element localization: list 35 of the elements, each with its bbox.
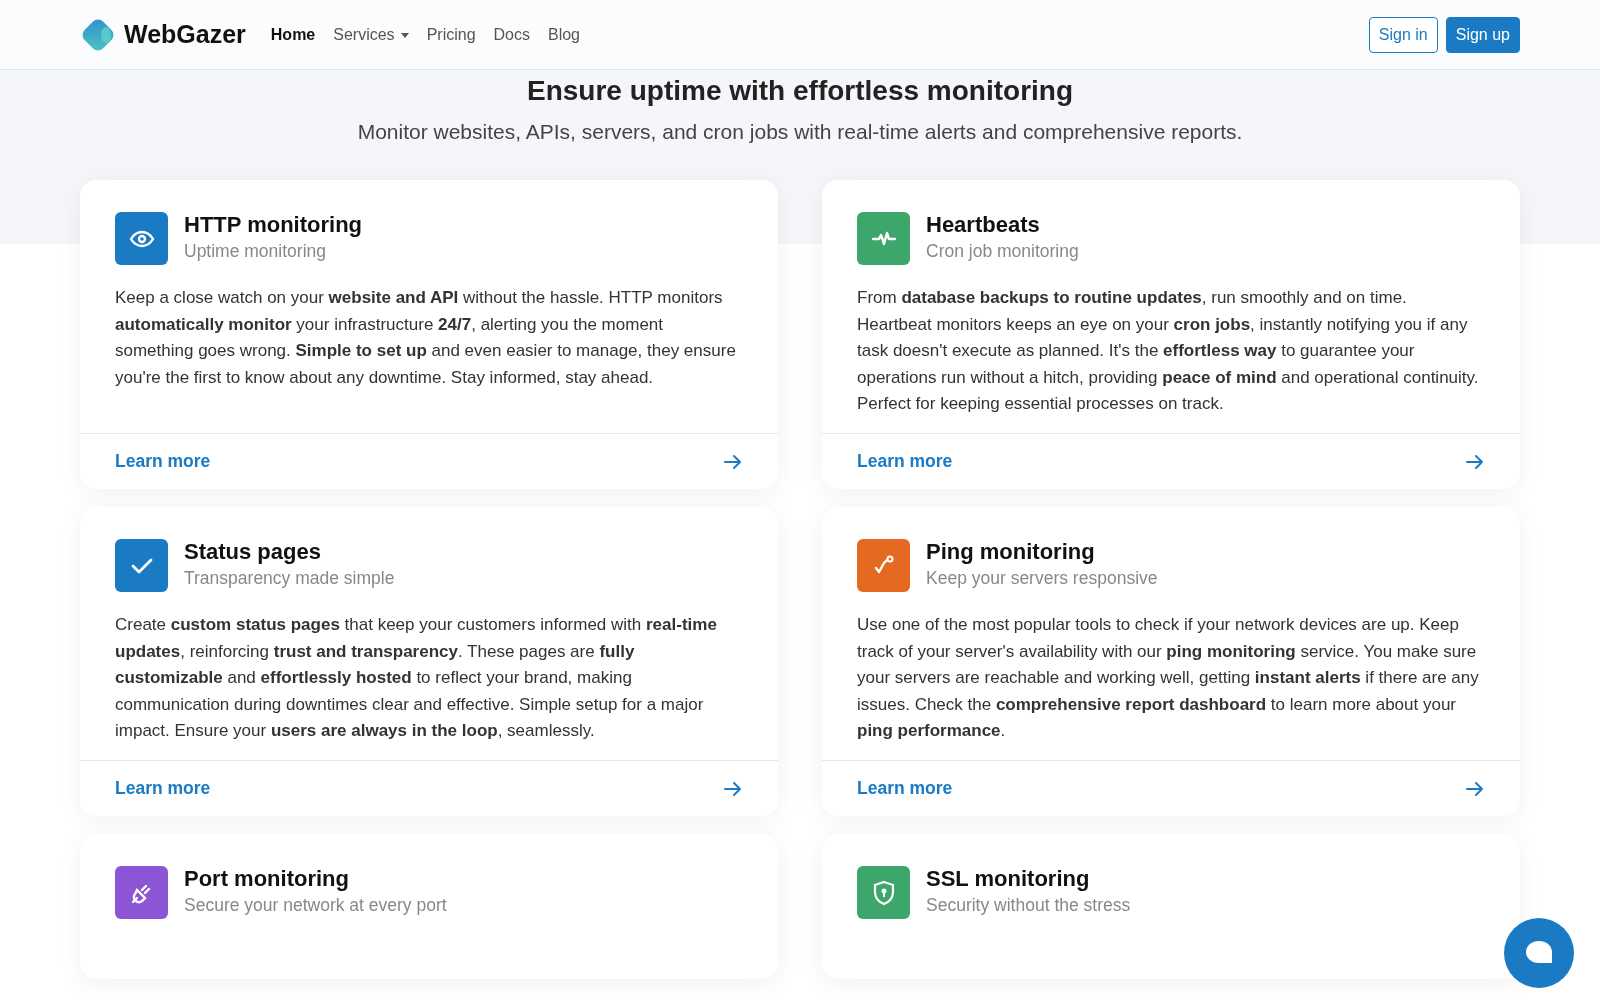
hero-subtitle: Monitor websites, APIs, servers, and cron jobs with real-time alerts and comprehensive reports. <box>356 118 1244 145</box>
card-title: Ping monitoring <box>926 539 1096 566</box>
card-description: Create custom status pages that keep your customers informed with real-time updates, reinforcing trust and transparency. These pages are fully customizable and effortlessly hosted to reflect your brand, making communication during downtimes clear and effective. Simple setup for a major impact. Ensure your users are always in the loop, seamlessly. <box>115 614 718 743</box>
card-title: Port monitoring <box>184 866 350 893</box>
card-subtitle: Transparency made simple <box>184 567 395 591</box>
arrow-right-icon <box>1465 452 1485 471</box>
card-subtitle: Security without the stress <box>926 894 1131 918</box>
learn-more-link[interactable]: Learn more <box>857 775 953 802</box>
brand-name[interactable]: WebGazer <box>124 15 246 54</box>
chat-icon <box>1525 940 1553 966</box>
hero-heading: Ensure uptime with effortless monitoring <box>525 74 1074 108</box>
nav-link[interactable]: Services <box>324 22 418 47</box>
card-subtitle: Uptime monitoring <box>184 240 327 264</box>
nav-link[interactable]: Blog <box>539 22 589 47</box>
nav-link[interactable]: Docs <box>484 22 539 47</box>
sign-up-button[interactable]: Sign up <box>1445 16 1520 53</box>
card-description: From database backups to routine updates, run smoothly and on time. Heartbeat monitors keeps an eye on your cron jobs, instantly notifying you if any task doesn't execute as planned. It's the effortless way to guarantee your operations run without a hitch, providing peace of mind and operational continuity. Perfect for keeping essential processes on track. <box>857 287 1480 416</box>
card-title: SSL monitoring <box>926 866 1091 893</box>
card-subtitle: Keep your servers responsive <box>926 567 1158 591</box>
learn-more-link[interactable]: Learn more <box>115 448 211 475</box>
card-title: HTTP monitoring <box>184 212 363 239</box>
nav-link[interactable]: Home <box>261 22 325 47</box>
sign-in-button[interactable]: Sign in <box>1368 16 1438 53</box>
learn-more-link[interactable]: Learn more <box>857 448 953 475</box>
card-subtitle: Secure your network at every port <box>184 894 447 918</box>
card-description: Use one of the most popular tools to check if your network devices are up. Keep track of your server's availability with our ping monitoring service. You make sure your servers are reachable and working well, getting instant alerts if there are any issues. Check the comprehensive report dashboard to learn more about your ping performance. <box>857 614 1480 743</box>
arrow-right-icon <box>723 779 743 798</box>
arrow-right-icon <box>723 452 743 471</box>
arrow-right-icon <box>1465 779 1485 798</box>
learn-more-link[interactable]: Learn more <box>115 775 211 802</box>
card-title: Heartbeats <box>926 212 1041 239</box>
card-subtitle: Cron job monitoring <box>926 240 1079 264</box>
nav-link[interactable]: Pricing <box>417 22 485 47</box>
card-title: Status pages <box>184 539 322 566</box>
card-description: Keep a close watch on your website and API without the hassle. HTTP monitors automatically monitor your infrastructure 24/7, alerting you the moment something goes wrong. Simple to set up and even easier to manage, they ensure you're the first to know about any downtime. Stay informed, stay ahead. <box>115 287 737 389</box>
